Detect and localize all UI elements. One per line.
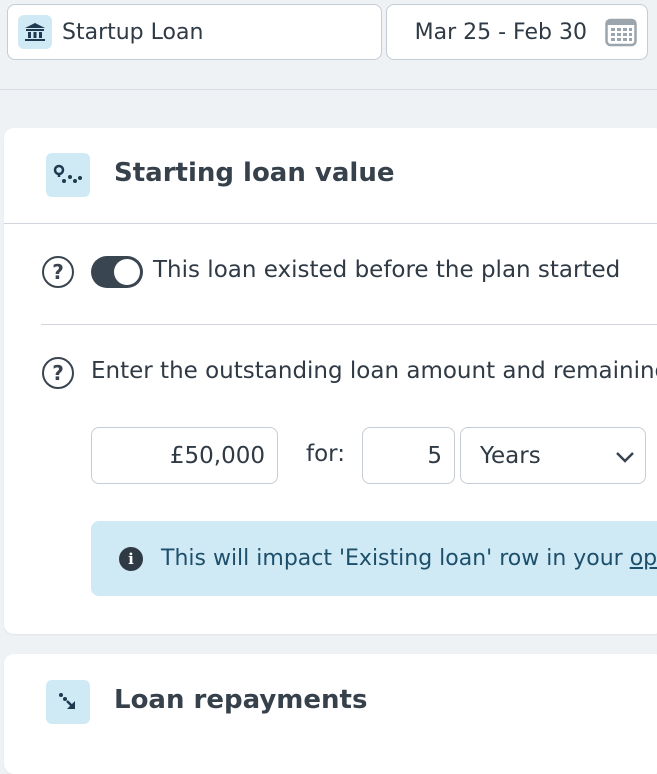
loan-name-value: Startup Loan xyxy=(62,19,204,45)
term-input[interactable]: 5 xyxy=(362,427,455,484)
term-unit-select[interactable]: Years xyxy=(460,427,646,484)
chevron-down-icon xyxy=(615,443,635,469)
outstanding-label: Enter the outstanding loan amount and re… xyxy=(91,358,657,384)
date-range-value: Mar 25 - Feb 30 xyxy=(414,19,587,45)
for-label: for: xyxy=(306,441,345,467)
arrow-down-right-icon xyxy=(46,680,90,724)
calendar-icon[interactable] xyxy=(605,17,637,47)
term-unit-value: Years xyxy=(480,442,541,469)
bank-icon xyxy=(18,15,52,49)
help-icon[interactable]: ? xyxy=(42,357,74,389)
info-text-body: This will impact 'Existing loan' row in … xyxy=(161,546,630,571)
info-text: This will impact 'Existing loan' row in … xyxy=(161,546,657,571)
existed-toggle[interactable] xyxy=(91,256,143,288)
help-icon[interactable]: ? xyxy=(42,256,74,288)
toggle-knob xyxy=(114,259,140,285)
card-header-divider xyxy=(4,223,657,224)
header-divider xyxy=(0,89,657,90)
section-divider xyxy=(41,324,657,325)
loan-repayments-card: Loan repayments xyxy=(4,654,657,774)
starting-loan-card: Starting loan value ? This loan existed … xyxy=(4,128,657,634)
existed-toggle-label: This loan existed before the plan starte… xyxy=(153,257,621,283)
loan-name-field[interactable]: Startup Loan xyxy=(7,4,382,60)
info-link[interactable]: op xyxy=(630,546,657,571)
info-icon: i xyxy=(119,546,143,571)
route-icon xyxy=(46,153,90,197)
loan-repayments-title: Loan repayments xyxy=(114,685,368,715)
loan-amount-input[interactable]: £50,000 xyxy=(91,427,278,484)
info-banner: i This will impact 'Existing loan' row i… xyxy=(91,521,657,596)
date-range-picker[interactable]: Mar 25 - Feb 30 xyxy=(386,4,648,60)
starting-loan-title: Starting loan value xyxy=(114,158,395,188)
